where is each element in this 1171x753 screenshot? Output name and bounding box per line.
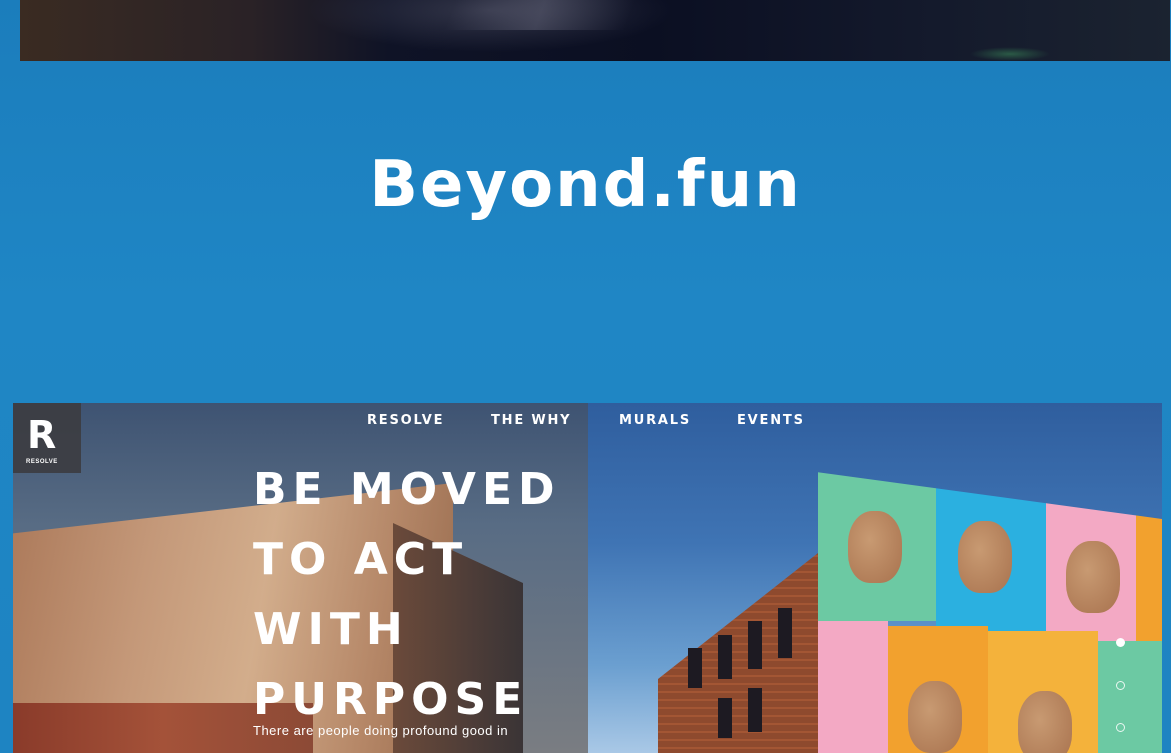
showcase-right-panel	[588, 403, 1162, 753]
building-window	[748, 621, 762, 669]
mural-tile-pink	[818, 621, 888, 753]
nav-item-the-why[interactable]: THE WHY	[491, 413, 571, 431]
project-showcase-image[interactable]: R RESOLVE RESOLVE THE WHY MURALS EVENTS …	[13, 403, 1162, 753]
nav-item-murals[interactable]: MURALS	[619, 413, 691, 431]
hero-line: WITH	[253, 604, 409, 655]
logo-letter: R	[27, 413, 57, 457]
image-glow	[970, 47, 1050, 61]
brick-building-side	[658, 553, 818, 753]
carousel-dot[interactable]	[1116, 681, 1125, 690]
mural-portrait	[1018, 691, 1072, 753]
hero-body-text: There are people doing profound good in	[253, 723, 509, 738]
carousel-dot-active[interactable]	[1116, 638, 1125, 647]
image-glare	[444, 0, 636, 30]
mural-tile-orange	[1136, 472, 1162, 641]
logo-subtext: RESOLVE	[26, 459, 58, 465]
carousel-dot[interactable]	[1116, 723, 1125, 732]
hero-heading: BE MOVED TO ACT WITH PURPOSE	[253, 455, 561, 735]
mural-portrait	[958, 521, 1012, 593]
building-window	[718, 635, 732, 679]
mural-portrait	[848, 511, 902, 583]
building-window	[778, 608, 792, 658]
mural-tile-green	[1098, 641, 1162, 753]
mural-portrait	[1066, 541, 1120, 613]
section-title: Beyond.fun	[369, 148, 802, 222]
hero-line: TO ACT	[253, 534, 469, 585]
nav-item-events[interactable]: EVENTS	[737, 413, 805, 431]
building-window	[688, 648, 702, 688]
building-window	[748, 688, 762, 732]
hero-line: BE MOVED	[253, 464, 561, 515]
nav-item-resolve[interactable]: RESOLVE	[367, 413, 444, 431]
resolve-logo[interactable]: R RESOLVE	[13, 403, 81, 473]
mural-wall	[818, 472, 1162, 753]
mural-portrait	[908, 681, 962, 753]
header-image-strip	[20, 0, 1170, 61]
building-window	[718, 698, 732, 738]
